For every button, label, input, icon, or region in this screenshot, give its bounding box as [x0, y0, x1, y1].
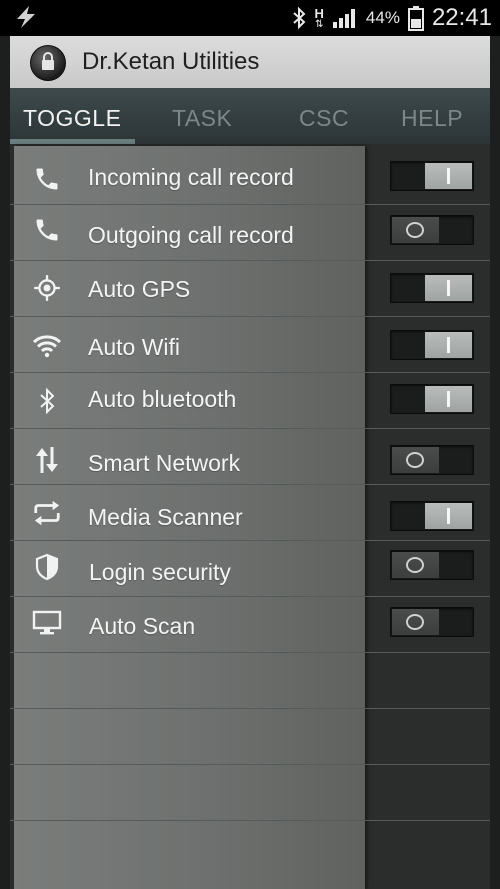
setting-label: Incoming call record [88, 164, 294, 190]
auto-wifi-toggle[interactable] [390, 330, 474, 360]
clock: 22:41 [431, 4, 492, 31]
row-divider [10, 820, 490, 821]
setting-row-auto-gps[interactable]: Auto GPS [10, 260, 490, 316]
media-scanner-toggle[interactable] [390, 501, 474, 531]
action-bar: Dr.Ketan Utilities [10, 36, 490, 89]
auto-bluetooth-toggle[interactable] [390, 384, 474, 414]
auto-gps-toggle[interactable] [390, 273, 474, 303]
toggle-knob [392, 552, 439, 578]
wifi-icon [32, 331, 62, 361]
row-divider [10, 652, 490, 653]
data-arrows-icon [32, 445, 62, 475]
setting-label: Outgoing call record [88, 222, 294, 248]
monitor-icon [32, 608, 62, 638]
auto-scan-toggle[interactable] [390, 607, 474, 637]
setting-row-smart-network[interactable]: Smart Network [10, 428, 490, 484]
tab-toggle[interactable]: TOGGLE [23, 88, 121, 144]
shield-icon [32, 552, 62, 582]
toggle-knob [392, 217, 439, 243]
battery-percent: 44% [365, 8, 400, 27]
sync-arrows-icon [32, 498, 62, 528]
battery-icon [407, 5, 424, 31]
network-type-label: H [314, 5, 324, 21]
setting-row-login-security[interactable]: Login security [10, 540, 490, 596]
lightning-notification-icon [14, 5, 38, 29]
gps-icon [32, 273, 62, 303]
setting-label: Auto GPS [88, 276, 191, 302]
data-activity-icon: ⇅ [315, 18, 324, 30]
setting-label: Media Scanner [88, 504, 243, 530]
setting-row-incoming-call-record[interactable]: Incoming call record [10, 144, 490, 204]
toggle-knob [425, 503, 472, 529]
phone-icon [32, 164, 62, 194]
incoming-call-record-toggle[interactable] [390, 161, 474, 191]
phone-icon [32, 215, 62, 245]
tab-csc[interactable]: CSC [299, 88, 349, 144]
toggle-knob [425, 386, 472, 412]
setting-label: Auto Wifi [88, 334, 181, 360]
toggle-knob [425, 275, 472, 301]
setting-row-media-scanner[interactable]: Media Scanner [10, 484, 490, 540]
setting-row-auto-bluetooth[interactable]: Auto bluetooth [10, 372, 490, 428]
row-divider [10, 764, 490, 765]
setting-label: Login security [89, 559, 231, 585]
row-divider [10, 708, 490, 709]
signal-strength-icon [332, 7, 358, 29]
toggle-knob [392, 609, 439, 635]
setting-label: Smart Network [88, 450, 241, 476]
bluetooth-icon [32, 386, 62, 416]
outgoing-call-record-toggle[interactable] [390, 215, 474, 245]
setting-row-auto-wifi[interactable]: Auto Wifi [10, 316, 490, 372]
setting-label: Auto Scan [89, 613, 196, 639]
tab-help[interactable]: HELP [401, 88, 463, 144]
login-security-toggle[interactable] [390, 550, 474, 580]
network-type-indicator: H ⇅ [315, 7, 324, 30]
setting-row-outgoing-call-record[interactable]: Outgoing call record [10, 204, 490, 260]
setting-row-auto-scan[interactable]: Auto Scan [10, 596, 490, 652]
status-bar: H ⇅ 44% 22:41 [0, 0, 500, 36]
bluetooth-status-icon [291, 6, 307, 30]
smart-network-toggle[interactable] [390, 445, 474, 475]
setting-label: Auto bluetooth [88, 386, 237, 412]
tab-task[interactable]: TASK [172, 88, 232, 144]
tab-bar: TOGGLE TASK CSC HELP [10, 88, 490, 144]
settings-list: Incoming call record Outgoing call recor… [10, 144, 490, 889]
app-title: Dr.Ketan Utilities [82, 48, 260, 75]
toggle-knob [425, 332, 472, 358]
app-logo-icon [30, 45, 66, 81]
toggle-knob [425, 163, 472, 189]
toggle-knob [392, 447, 439, 473]
